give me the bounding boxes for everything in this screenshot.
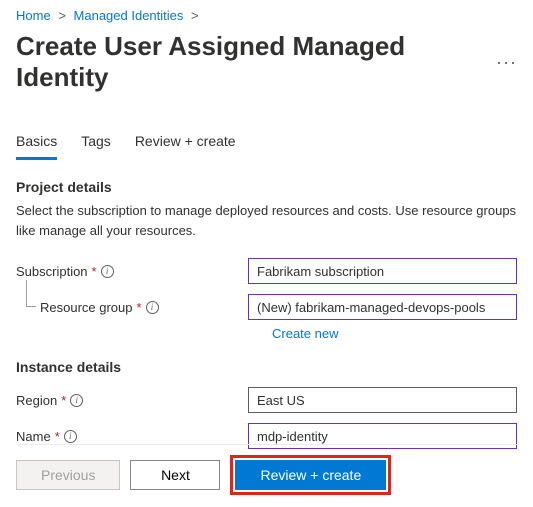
next-button[interactable]: Next [130, 460, 220, 490]
subscription-row: Subscription * i [16, 258, 517, 284]
info-icon[interactable]: i [70, 394, 83, 407]
info-icon[interactable]: i [64, 430, 77, 443]
tab-tags[interactable]: Tags [81, 127, 111, 160]
previous-button: Previous [16, 460, 120, 490]
breadcrumb: Home > Managed Identities > [0, 0, 533, 27]
instance-details-section: Instance details Region * i Name * i [16, 359, 517, 449]
required-marker: * [55, 429, 60, 444]
create-new-link[interactable]: Create new [272, 326, 338, 341]
region-label: Region * i [16, 393, 248, 408]
subscription-input[interactable] [248, 258, 517, 284]
tab-basics[interactable]: Basics [16, 127, 57, 160]
form-content: Project details Select the subscription … [0, 161, 533, 449]
tabs: Basics Tags Review + create [0, 127, 533, 161]
region-input[interactable] [248, 387, 517, 413]
region-label-text: Region [16, 393, 57, 408]
instance-details-heading: Instance details [16, 359, 517, 375]
footer-buttons: Previous Next Review + create [16, 444, 517, 495]
name-label: Name * i [16, 429, 248, 444]
breadcrumb-managed-identities[interactable]: Managed Identities [74, 8, 184, 23]
region-row: Region * i [16, 387, 517, 413]
info-icon[interactable]: i [101, 265, 114, 278]
breadcrumb-home[interactable]: Home [16, 8, 51, 23]
review-create-button[interactable]: Review + create [235, 460, 386, 490]
resource-group-label-text: Resource group [40, 300, 133, 315]
name-label-text: Name [16, 429, 51, 444]
page-header: Create User Assigned Managed Identity ··… [0, 27, 533, 109]
resource-group-label: Resource group * i [40, 300, 248, 315]
resource-group-input[interactable] [248, 294, 517, 320]
page-title: Create User Assigned Managed Identity [16, 31, 484, 93]
required-marker: * [137, 300, 142, 315]
project-details-heading: Project details [16, 179, 517, 195]
chevron-right-icon: > [58, 8, 66, 23]
subscription-label: Subscription * i [16, 264, 248, 279]
tab-review-create[interactable]: Review + create [135, 127, 236, 160]
required-marker: * [61, 393, 66, 408]
subscription-label-text: Subscription [16, 264, 88, 279]
info-icon[interactable]: i [146, 301, 159, 314]
resource-group-row: Resource group * i [16, 294, 517, 320]
more-icon[interactable]: ··· [496, 52, 517, 73]
create-new-row: Create new [16, 326, 517, 341]
highlight-box: Review + create [230, 455, 391, 495]
required-marker: * [92, 264, 97, 279]
chevron-right-icon: > [191, 8, 199, 23]
project-details-description: Select the subscription to manage deploy… [16, 201, 517, 240]
